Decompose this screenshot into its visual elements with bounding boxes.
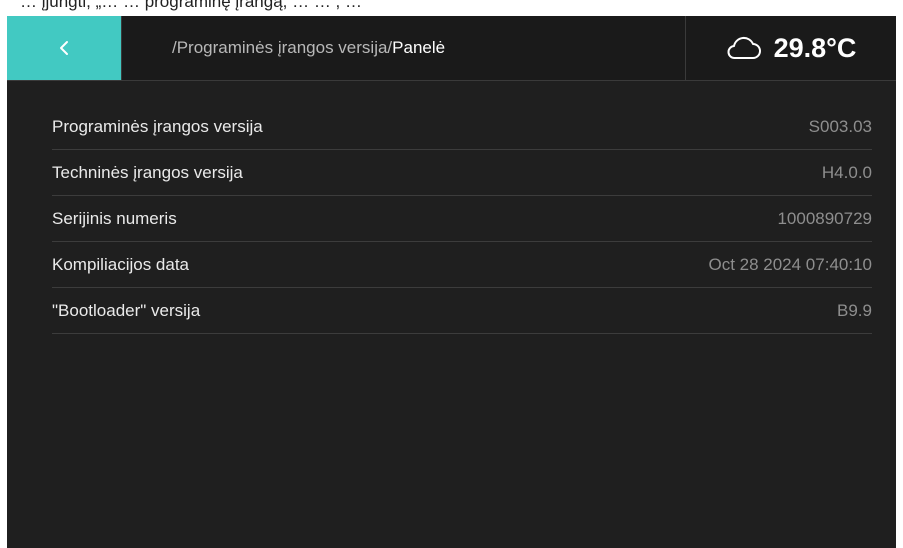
info-label: Techninės įrangos versija bbox=[52, 162, 243, 182]
top-cropped-text-content: … įjungti, „… … programinę įrangą, … … ,… bbox=[20, 0, 363, 11]
top-cropped-text: … įjungti, „… … programinę įrangą, … … ,… bbox=[0, 0, 903, 16]
header-divider bbox=[121, 16, 122, 80]
info-list: Programinės įrangos versija S003.03 Tech… bbox=[52, 104, 872, 334]
temperature-readout: 29.8°C bbox=[773, 32, 857, 63]
list-item: Techninės įrangos versija H4.0.0 bbox=[52, 150, 872, 196]
info-value: B9.9 bbox=[837, 300, 872, 320]
info-label: Programinės įrangos versija bbox=[52, 116, 263, 136]
header-bar: /Programinės įrangos versija/Panelė 29.8… bbox=[7, 16, 896, 81]
cloud-icon bbox=[727, 36, 761, 59]
info-value: Oct 28 2024 07:40:10 bbox=[708, 254, 872, 274]
list-item: Kompiliacijos data Oct 28 2024 07:40:10 bbox=[52, 242, 872, 288]
list-item: Programinės įrangos versija S003.03 bbox=[52, 104, 872, 150]
device-screen: /Programinės įrangos versija/Panelė 29.8… bbox=[7, 16, 896, 548]
breadcrumb-current: Panelė bbox=[392, 38, 446, 57]
info-value: H4.0.0 bbox=[821, 162, 872, 182]
info-label: Kompiliacijos data bbox=[52, 254, 190, 274]
info-label: "Bootloader" versija bbox=[52, 300, 201, 320]
chevron-left-icon bbox=[60, 41, 68, 55]
info-value: 1000890729 bbox=[777, 208, 872, 228]
weather-widget: 29.8°C bbox=[686, 16, 896, 80]
info-label: Serijinis numeris bbox=[52, 208, 177, 228]
back-button[interactable] bbox=[7, 16, 121, 80]
breadcrumb-path: /Programinės įrangos versija/ bbox=[172, 38, 393, 57]
info-value: S003.03 bbox=[808, 116, 872, 136]
list-item: Serijinis numeris 1000890729 bbox=[52, 196, 872, 242]
list-item: "Bootloader" versija B9.9 bbox=[52, 288, 872, 334]
breadcrumb: /Programinės įrangos versija/Panelė bbox=[172, 16, 445, 80]
